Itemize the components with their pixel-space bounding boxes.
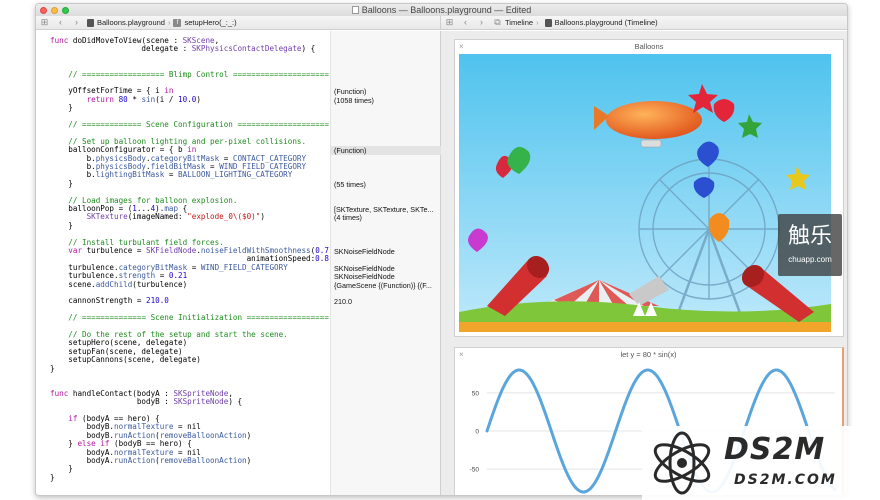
scene-panel-title-text: Balloons <box>634 42 664 51</box>
graph-panel-title-text: let y = 80 * sin(x) <box>620 350 677 359</box>
timeline-icon: ⧉ <box>494 17 501 27</box>
scene-illustration <box>459 54 831 332</box>
ds2m-watermark: DS2M DS2M.COM <box>642 426 880 500</box>
document-icon <box>351 6 359 14</box>
breadcrumb-separator-icon: › <box>536 18 539 27</box>
xcode-window: Balloons — Balloons.playground — Edited … <box>35 3 848 496</box>
code-line[interactable]: b.lightingBitMask = BALLOON_LIGHTING_CAT… <box>50 170 293 179</box>
code-line[interactable]: cannonStrength = 210.0 <box>50 296 169 305</box>
jump-bar-editor: ⊞ ‹ › Balloons.playground › f setupHero(… <box>36 16 441 30</box>
breadcrumb-separator-icon: › <box>167 18 171 27</box>
code-editor[interactable]: func doDidMoveToView(scene : SKScene, de… <box>36 31 334 495</box>
chuapp-watermark-title: 触乐 <box>787 224 832 249</box>
ds2m-watermark-title: DS2M <box>724 432 826 467</box>
chuapp-watermark-url: chuapp.com <box>788 255 832 264</box>
code-line[interactable]: // ================== Blimp Control ====… <box>50 70 329 79</box>
chuapp-watermark: 触乐 chuapp.com <box>778 214 842 276</box>
close-window-button[interactable] <box>40 7 47 14</box>
playground-file-icon <box>544 18 552 27</box>
result-value[interactable]: (55 times) <box>334 180 441 189</box>
result-value[interactable]: (Function) <box>331 146 441 156</box>
jump-bar-assistant: ⊞ ‹ › ⧉ Timeline › Balloons.playground (… <box>441 16 847 30</box>
code-line[interactable]: } <box>50 103 73 112</box>
forward-arrow-icon[interactable]: › <box>477 18 486 27</box>
code-line[interactable]: bodyB : SKSpriteNode) { <box>50 397 242 406</box>
result-value[interactable]: SKNoiseFieldNode <box>334 247 441 256</box>
function-icon: f <box>173 18 182 27</box>
back-arrow-icon[interactable]: ‹ <box>461 18 470 27</box>
spritekit-scene[interactable] <box>459 54 831 332</box>
result-value[interactable]: {GameScene {(Function)} {(F... <box>334 281 441 290</box>
result-value[interactable]: (1058 times) <box>334 96 441 105</box>
y-tick-label: 0 <box>475 429 479 436</box>
graph-panel-title: × let y = 80 * sin(x) <box>455 348 842 362</box>
back-arrow-icon[interactable]: ‹ <box>56 18 65 27</box>
code-line[interactable]: // ============= Scene Configuration ===… <box>50 120 329 129</box>
code-line[interactable]: setupCannons(scene, delegate) <box>50 355 201 364</box>
ground-stripe <box>459 322 831 332</box>
y-tick-label: -50 <box>470 467 480 474</box>
jump-bar-file[interactable]: Balloons.playground <box>97 18 165 27</box>
zoom-window-button[interactable] <box>62 7 69 14</box>
code-line[interactable]: } <box>50 473 55 482</box>
playground-file-icon <box>87 18 94 27</box>
window-title: Balloons — Balloons.playground — Edited <box>361 5 532 15</box>
result-value[interactable]: 210.0 <box>334 297 441 306</box>
close-icon[interactable]: × <box>459 40 464 54</box>
code-line[interactable]: bodyA.runAction(removeBalloonAction) <box>50 456 252 465</box>
ds2m-watermark-url: DS2M.COM <box>734 472 837 488</box>
code-line[interactable]: } <box>50 179 73 188</box>
code-line[interactable]: // ============== Scene Initialization =… <box>50 313 329 322</box>
code-line[interactable]: delegate : SKPhysicsContactDelegate) { <box>50 44 315 53</box>
atom-logo-icon <box>653 431 711 495</box>
results-sidebar: (Function) (1058 times) (Function) (55 time… <box>330 31 441 495</box>
close-icon[interactable]: × <box>459 348 464 362</box>
related-items-icon[interactable]: ⊞ <box>445 18 454 27</box>
code-line[interactable]: } <box>50 221 73 230</box>
code-line[interactable]: } <box>50 364 55 373</box>
forward-arrow-icon[interactable]: › <box>72 18 81 27</box>
code-line[interactable]: SKTexture(imageNamed: "explode_0\($0)") <box>50 212 265 221</box>
y-tick-label: 50 <box>472 390 480 397</box>
jump-bar-timeline-file[interactable]: Balloons.playground (Timeline) <box>555 18 658 27</box>
jump-bar-timeline[interactable]: Timeline <box>505 18 533 27</box>
scene-view-panel: × Balloons <box>454 39 844 337</box>
minimize-window-button[interactable] <box>51 7 58 14</box>
jump-bar-function[interactable]: setupHero(_:_:) <box>184 18 236 27</box>
related-items-icon[interactable]: ⊞ <box>40 18 49 27</box>
code-line[interactable]: scene.addChild(turbulence) <box>50 280 187 289</box>
result-value[interactable]: (4 times) <box>334 213 441 222</box>
scene-panel-title: × Balloons <box>455 40 843 54</box>
title-bar: Balloons — Balloons.playground — Edited <box>36 4 847 16</box>
